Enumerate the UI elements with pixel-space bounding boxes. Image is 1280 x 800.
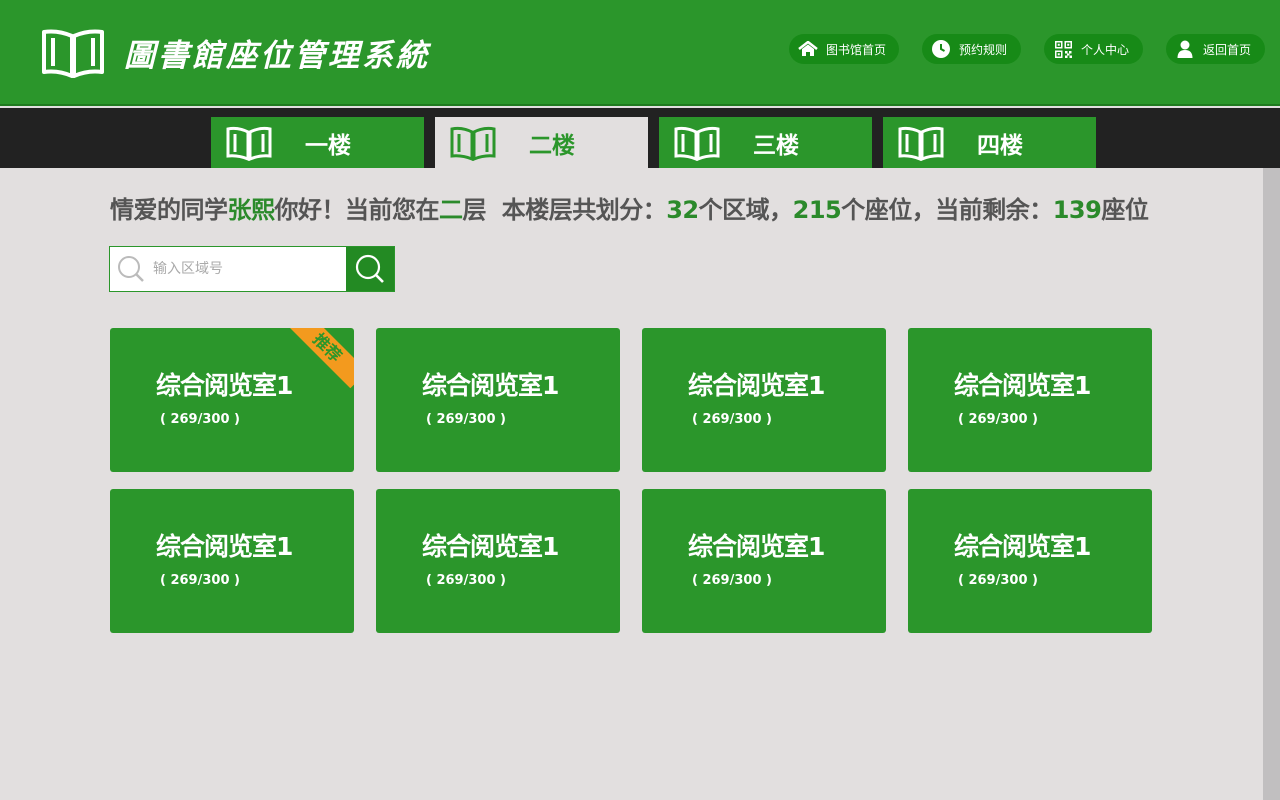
room-seat-count: ( 269/300 ) <box>692 573 772 588</box>
greeting-middle: 你好！当前您在 <box>274 196 440 224</box>
floor-suffix: 层 <box>462 196 487 224</box>
app-title: 圖書館座位管理系統 <box>124 37 430 74</box>
room-card[interactable]: 综合阅览室1 ( 269/300 ) <box>908 489 1152 633</box>
room-card[interactable]: 综合阅览室1 ( 269/300 ) <box>642 489 886 633</box>
tab-floor-1-label: 一楼 <box>305 132 351 159</box>
open-book-icon <box>898 126 944 161</box>
area-search <box>109 246 395 292</box>
room-seat-count: ( 269/300 ) <box>160 412 240 427</box>
booking-rules-button[interactable]: 预约规则 <box>922 34 1021 64</box>
room-card[interactable]: 综合阅览室1 ( 269/300 ) 推荐 <box>110 328 354 472</box>
tab-floor-3-label: 三楼 <box>753 132 799 159</box>
logo[interactable]: 圖書館座位管理系統 <box>40 26 430 78</box>
area-count: 32 <box>666 196 699 224</box>
greeting-prefix: 情爱的同学 <box>110 196 228 224</box>
recommended-badge: 推荐 <box>286 328 354 389</box>
room-name: 综合阅览室1 <box>688 532 825 561</box>
seat-count: 215 <box>792 196 842 224</box>
floor-tab-bar: 一楼 二楼 三楼 四楼 <box>0 108 1280 168</box>
room-name: 综合阅览室1 <box>688 371 825 400</box>
remaining-count: 139 <box>1052 196 1102 224</box>
open-book-icon <box>450 126 496 161</box>
tab-floor-2-label: 二楼 <box>529 132 575 159</box>
room-name: 综合阅览室1 <box>954 371 1091 400</box>
room-name: 综合阅览室1 <box>156 532 293 561</box>
search-icon <box>118 256 144 282</box>
home-icon <box>798 40 818 58</box>
room-seat-count: ( 269/300 ) <box>958 573 1038 588</box>
summary-prefix: 本楼层共划分： <box>501 196 667 224</box>
room-card[interactable]: 综合阅览室1 ( 269/300 ) <box>376 489 620 633</box>
qr-code-icon <box>1053 40 1073 58</box>
app-header: 圖書館座位管理系統 图书馆首页 预约规则 个人中心 返回首页 <box>0 0 1280 106</box>
search-icon <box>355 254 384 283</box>
tab-floor-3[interactable]: 三楼 <box>659 117 872 168</box>
personal-center-button[interactable]: 个人中心 <box>1044 34 1143 64</box>
room-grid: 综合阅览室1 ( 269/300 ) 推荐 综合阅览室1 ( 269/300 )… <box>110 328 1152 633</box>
remaining-suffix: 座位 <box>1101 196 1149 224</box>
area-suffix: 个区域， <box>698 196 794 224</box>
personal-center-label: 个人中心 <box>1081 42 1130 57</box>
user-icon <box>1175 40 1195 58</box>
room-card[interactable]: 综合阅览室1 ( 269/300 ) <box>110 489 354 633</box>
room-name: 综合阅览室1 <box>422 371 559 400</box>
open-book-icon <box>226 126 272 161</box>
vertical-scrollbar[interactable] <box>1263 168 1280 800</box>
tab-floor-4-label: 四楼 <box>977 132 1023 159</box>
tab-floor-1[interactable]: 一楼 <box>211 117 424 168</box>
room-card[interactable]: 综合阅览室1 ( 269/300 ) <box>642 328 886 472</box>
search-field-wrapper <box>110 247 346 291</box>
search-button[interactable] <box>346 247 394 291</box>
seat-suffix: 个座位，当前剩余： <box>841 196 1053 224</box>
room-card[interactable]: 综合阅览室1 ( 269/300 ) <box>376 328 620 472</box>
current-floor: 二 <box>439 196 463 224</box>
room-card[interactable]: 综合阅览室1 ( 269/300 ) <box>908 328 1152 472</box>
booking-rules-label: 预约规则 <box>959 42 1008 57</box>
floor-summary: 情爱的同学张熙你好！当前您在二层 本楼层共划分：32个区域，215个座位，当前剩… <box>110 190 1149 225</box>
top-nav: 图书馆首页 预约规则 个人中心 返回首页 <box>789 34 1265 64</box>
open-book-icon <box>42 29 104 78</box>
room-seat-count: ( 269/300 ) <box>426 573 506 588</box>
open-book-icon <box>674 126 720 161</box>
room-name: 综合阅览室1 <box>422 532 559 561</box>
library-home-button[interactable]: 图书馆首页 <box>789 34 899 64</box>
room-name: 综合阅览室1 <box>156 371 293 400</box>
room-seat-count: ( 269/300 ) <box>958 412 1038 427</box>
tab-floor-4[interactable]: 四楼 <box>883 117 1096 168</box>
floor-tabs: 一楼 二楼 三楼 四楼 <box>211 117 1096 168</box>
room-name: 综合阅览室1 <box>954 532 1091 561</box>
clock-icon <box>931 40 951 58</box>
student-name: 张熙 <box>227 196 276 224</box>
tab-floor-2[interactable]: 二楼 <box>435 117 648 168</box>
library-home-label: 图书馆首页 <box>826 42 887 57</box>
return-home-button[interactable]: 返回首页 <box>1166 34 1265 64</box>
room-seat-count: ( 269/300 ) <box>692 412 772 427</box>
return-home-label: 返回首页 <box>1203 42 1252 57</box>
room-seat-count: ( 269/300 ) <box>160 573 240 588</box>
area-search-input[interactable] <box>153 261 333 277</box>
room-seat-count: ( 269/300 ) <box>426 412 506 427</box>
